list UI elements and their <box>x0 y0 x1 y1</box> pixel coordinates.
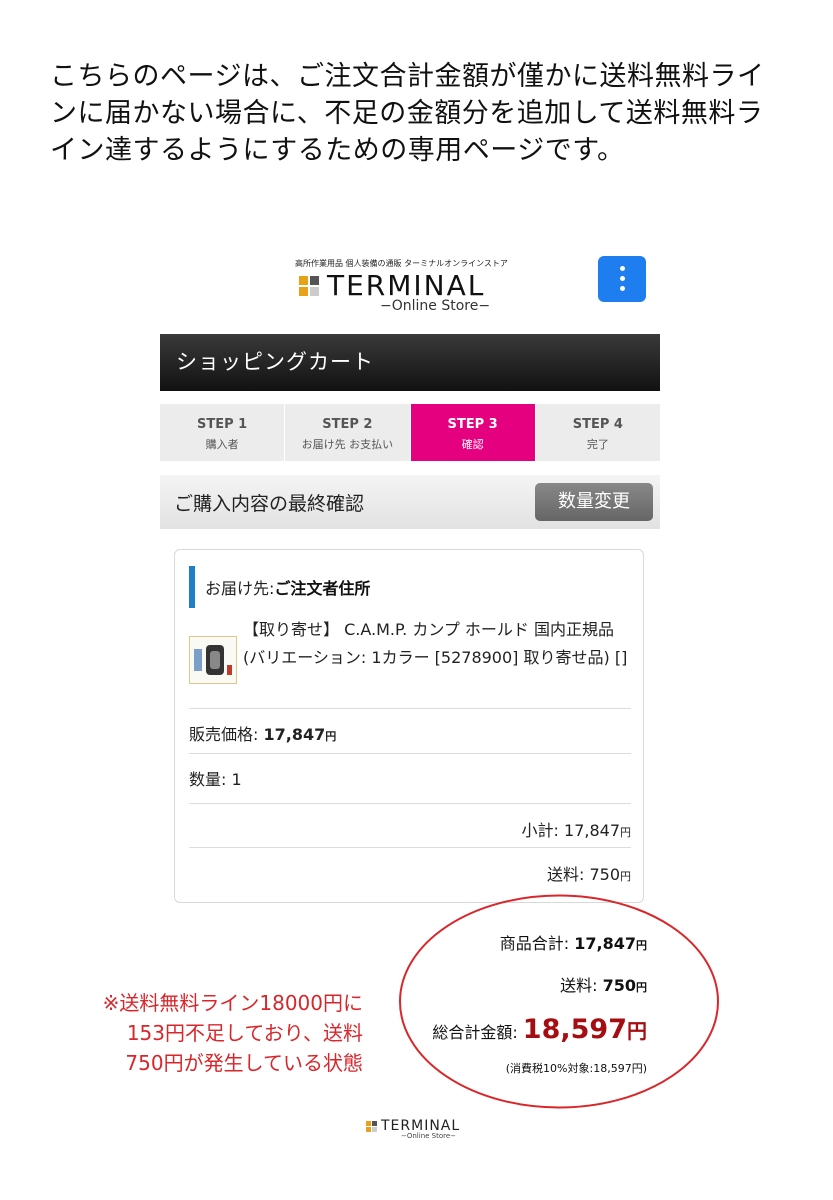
divider <box>189 708 631 709</box>
subtotal-value: 17,847 <box>564 821 620 840</box>
store-logo[interactable]: 高所作業用品 個人装備の通販 ターミナルオンラインストア TERMINAL −O… <box>295 258 535 318</box>
price-label: 販売価格: <box>189 725 264 744</box>
checkout-steps: STEP 1 購入者 STEP 2 お届け先 お支払い STEP 3 確認 ST… <box>160 404 660 461</box>
annotation-note: ※送料無料ライン18000円に 153円不足しており、送料 750円が発生してい… <box>43 988 363 1078</box>
confirm-header: ご購入内容の最終確認 数量変更 <box>160 475 660 529</box>
step-3-active: STEP 3 確認 <box>410 404 536 461</box>
product-name[interactable]: 【取り寄せ】 C.A.M.P. カンプ ホールド 国内正規品 (バリエーション:… <box>243 616 635 672</box>
annotation-line: 750円が発生している状態 <box>125 1051 363 1075</box>
shipping-row: 送料: 750円 <box>547 861 631 885</box>
shipping-value: 750 <box>589 865 620 884</box>
divider <box>189 753 631 754</box>
annotation-line: ※送料無料ライン18000円に <box>102 991 363 1015</box>
yen-unit: 円 <box>325 730 337 743</box>
step-label: 確認 <box>461 438 484 451</box>
subtotal-label: 小計: <box>521 821 565 840</box>
delivery-value: ご注文者住所 <box>274 579 371 598</box>
product-image[interactable] <box>189 636 237 684</box>
menu-button[interactable] <box>598 256 646 302</box>
quantity-value: 1 <box>231 770 242 789</box>
subtotal-row: 小計: 17,847円 <box>522 817 631 841</box>
footer-logo[interactable]: TERMINAL −Online Store− <box>366 1118 486 1144</box>
intro-line: こちらのページは、ご注文合計金額が僅かに送料無料ライ <box>50 61 765 92</box>
yen-unit: 円 <box>620 870 631 883</box>
footer-subtitle: −Online Store− <box>401 1132 457 1140</box>
price-row: 販売価格: 17,847円 <box>189 721 336 745</box>
logo-wordmark: TERMINAL <box>327 269 486 302</box>
step-label: 購入者 <box>205 438 239 451</box>
step-number: STEP 4 <box>572 417 623 432</box>
step-label: お届け先 お支払い <box>301 438 394 451</box>
step-label: 完了 <box>586 438 609 451</box>
quantity-row: 数量: 1 <box>189 766 242 790</box>
divider <box>189 803 631 804</box>
change-quantity-button[interactable]: 数量変更 <box>535 483 653 521</box>
step-2: STEP 2 お届け先 お支払い <box>285 404 411 461</box>
annotation-line: 153円不足しており、送料 <box>126 1021 363 1045</box>
step-number: STEP 3 <box>447 417 498 432</box>
step-4: STEP 4 完了 <box>535 404 660 461</box>
price-value: 17,847 <box>263 725 326 744</box>
step-number: STEP 2 <box>322 417 373 432</box>
intro-line: イン達するようにするための専用ページです。 <box>50 135 625 166</box>
step-1: STEP 1 購入者 <box>160 404 286 461</box>
cart-title: ショッピングカート <box>160 334 660 391</box>
logo-mark-icon <box>366 1121 378 1133</box>
step-number: STEP 1 <box>197 417 248 432</box>
logo-mark-icon <box>299 276 319 296</box>
logo-subtitle: −Online Store− <box>380 298 491 314</box>
accent-bar <box>189 566 195 608</box>
quantity-label: 数量: <box>189 770 232 789</box>
intro-text: こちらのページは、ご注文合計金額が僅かに送料無料ライ ンに届かない場合に、不足の… <box>50 58 790 169</box>
delivery-label: お届け先: <box>205 579 275 598</box>
confirm-title: ご購入内容の最終確認 <box>174 493 365 515</box>
logo-tagline: 高所作業用品 個人装備の通販 ターミナルオンラインストア <box>295 259 508 268</box>
intro-line: ンに届かない場合に、不足の金額分を追加して送料無料ラ <box>50 98 764 129</box>
yen-unit: 円 <box>620 826 631 839</box>
divider <box>189 847 631 848</box>
highlight-oval <box>399 894 719 1109</box>
order-card: お届け先: ご注文者住所 【取り寄せ】 C.A.M.P. カンプ ホールド 国内… <box>174 549 644 903</box>
shipping-label: 送料: <box>546 865 590 884</box>
delivery-address: お届け先: ご注文者住所 <box>189 566 370 608</box>
